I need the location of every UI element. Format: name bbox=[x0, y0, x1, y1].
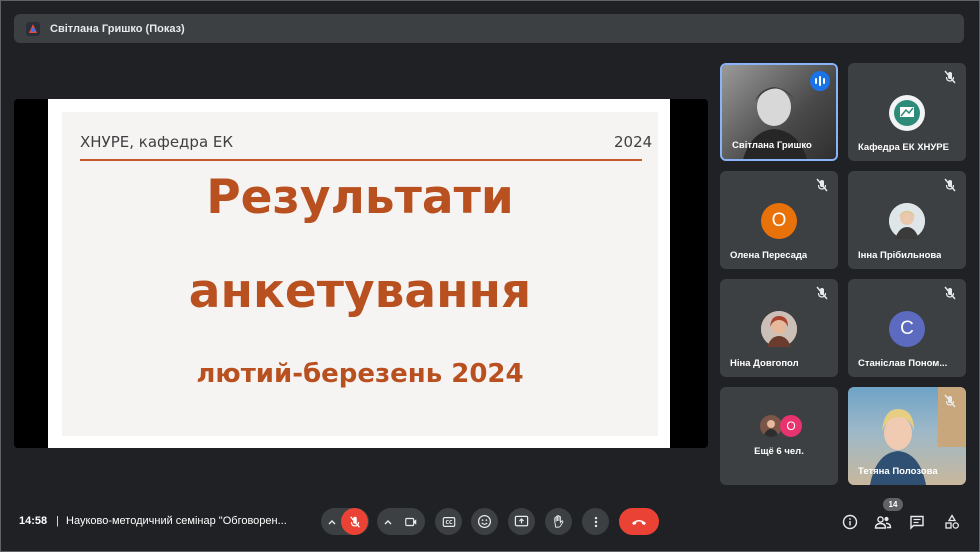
mic-options-button[interactable] bbox=[323, 508, 341, 535]
participant-name: Світлана Гришко bbox=[732, 140, 812, 151]
captions-button[interactable]: CC bbox=[435, 508, 462, 535]
mic-toggle-button[interactable] bbox=[341, 508, 368, 535]
mic-off-icon bbox=[816, 178, 828, 192]
mic-off-icon bbox=[944, 286, 956, 300]
clock: 14:58 bbox=[19, 515, 48, 527]
participant-name: Інна Прібильнова bbox=[858, 250, 942, 261]
slide-org: ХНУРЕ, кафедра ЕК bbox=[80, 133, 234, 151]
reactions-button[interactable] bbox=[471, 508, 498, 535]
participant-name: Олена Пересада bbox=[730, 250, 808, 261]
participant-tile[interactable]: Тетяна Полозова bbox=[848, 387, 966, 485]
chat-icon bbox=[910, 515, 924, 530]
slide-subtitle: лютий-березень 2024 bbox=[196, 359, 524, 389]
svg-text:CC: CC bbox=[445, 520, 453, 526]
avatar bbox=[760, 415, 782, 437]
more-participants-tile[interactable]: О Ещё 6 чел. bbox=[720, 387, 838, 485]
slide-title-line1: Результати bbox=[206, 170, 514, 225]
hand-icon bbox=[554, 515, 564, 528]
avatar bbox=[761, 311, 797, 347]
participant-tile[interactable]: Ніна Довгопол bbox=[720, 279, 838, 377]
avatar: С bbox=[889, 311, 925, 347]
info-icon bbox=[842, 514, 858, 530]
mic-off-icon bbox=[944, 394, 956, 408]
avatar bbox=[889, 95, 925, 131]
slide-title-line2: анкетування bbox=[188, 264, 532, 319]
meeting-title: Науково-методичний семінар "Обговорен... bbox=[66, 515, 287, 527]
chevron-up-icon bbox=[328, 519, 336, 524]
mic-off-icon bbox=[816, 286, 828, 300]
bottom-bar: 14:58 | Науково-методичний семінар "Обго… bbox=[0, 500, 980, 542]
presenter-name: Світлана Гришко (Показ) bbox=[50, 22, 185, 35]
participant-tile[interactable]: Інна Прібильнова bbox=[848, 171, 966, 269]
camera-icon bbox=[404, 517, 416, 526]
avatar: О bbox=[761, 203, 797, 239]
avatar: О bbox=[780, 415, 802, 437]
leave-call-button[interactable] bbox=[619, 508, 659, 535]
chevron-up-icon bbox=[384, 519, 392, 524]
camera-toggle-button[interactable] bbox=[397, 508, 424, 535]
participant-tile[interactable]: С Станіслав Поном... bbox=[848, 279, 966, 377]
slide-year: 2024 bbox=[614, 133, 653, 151]
presenter-avatar-icon bbox=[26, 21, 40, 36]
hang-up-icon bbox=[632, 519, 646, 525]
participant-name: Кафедра ЕК ХНУРЕ bbox=[858, 142, 949, 153]
participant-name: Тетяна Полозова bbox=[858, 466, 938, 477]
more-vert-icon bbox=[594, 516, 597, 527]
people-icon bbox=[874, 516, 892, 529]
captions-icon: CC bbox=[442, 516, 455, 527]
participant-name: Станіслав Поном... bbox=[858, 358, 948, 369]
more-participants-label: Ещё 6 чел. bbox=[754, 446, 804, 457]
participants-count-badge: 14 bbox=[883, 498, 903, 511]
activities-button[interactable] bbox=[942, 512, 962, 532]
camera-options-button[interactable] bbox=[379, 508, 397, 535]
speaking-indicator-icon bbox=[810, 71, 830, 91]
participant-name: Ніна Довгопол bbox=[730, 358, 799, 369]
separator: | bbox=[56, 515, 59, 527]
avatar bbox=[889, 203, 925, 239]
present-button[interactable] bbox=[508, 508, 535, 535]
present-screen-icon bbox=[514, 515, 529, 527]
people-button[interactable] bbox=[873, 512, 893, 532]
mic-off-icon bbox=[944, 70, 956, 84]
presenter-bar[interactable]: Світлана Гришко (Показ) bbox=[14, 14, 964, 43]
meeting-details-button[interactable] bbox=[840, 512, 860, 532]
mic-off-icon bbox=[349, 515, 360, 528]
participant-tile[interactable]: Світлана Гришко bbox=[720, 63, 838, 161]
slide-divider bbox=[80, 159, 642, 161]
more-options-button[interactable] bbox=[582, 508, 609, 535]
participant-tile[interactable]: О Олена Пересада bbox=[720, 171, 838, 269]
participant-tile[interactable]: Кафедра ЕК ХНУРЕ bbox=[848, 63, 966, 161]
activities-icon bbox=[945, 514, 959, 529]
emoji-icon bbox=[477, 514, 492, 529]
raise-hand-button[interactable] bbox=[545, 508, 572, 535]
chat-button[interactable] bbox=[907, 512, 927, 532]
mic-off-icon bbox=[944, 178, 956, 192]
